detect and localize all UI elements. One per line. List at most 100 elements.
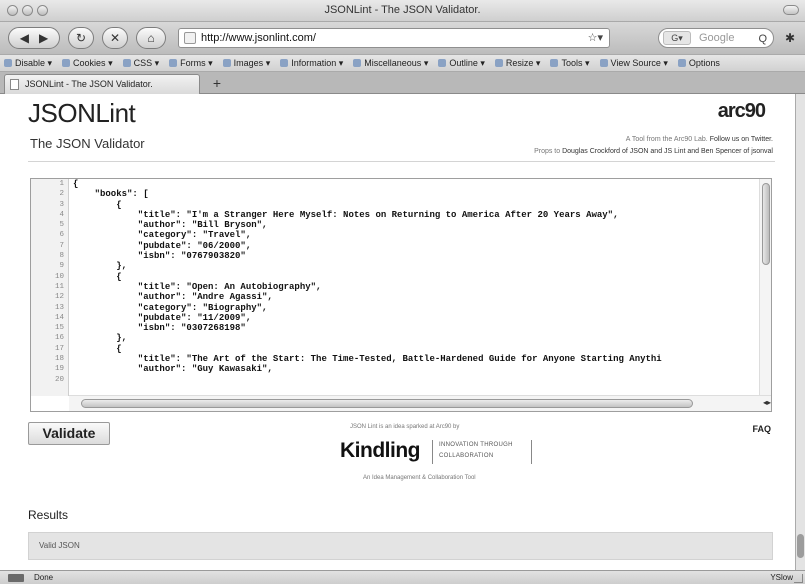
json-editor[interactable]: 1 2 3 4 5 6 7 8 9 10 11 12 13 14 15 16 17 18 19 20 { "books… [30,178,772,412]
search-icon[interactable]: Q [758,30,767,48]
code-line[interactable]: "title": "The Art of the Start: The Time… [73,354,763,364]
code-line[interactable]: { [73,200,763,210]
ext-tools[interactable]: Tools ▾ [550,58,590,69]
outline-icon [438,59,447,67]
json-code-area[interactable]: { "books": [ { "title": "I'm a Stranger … [73,179,763,396]
bookmark-star-icon[interactable]: ☆▾ [588,29,603,47]
tab-label: JSONLint - The JSON Validator. [25,79,153,89]
ext-view-source[interactable]: View Source ▾ [599,58,668,69]
code-line[interactable]: { [73,179,763,189]
site-title: JSONLint [28,98,136,128]
arc90-logo[interactable]: arc90 [718,100,766,123]
kindling-logo[interactable]: Kindling [340,439,420,463]
back-arrow-icon[interactable]: ◀ [20,31,29,45]
tab-bar: JSONLint - The JSON Validator. + [0,72,805,94]
line-number: 13 [54,303,64,312]
code-line[interactable] [73,375,763,385]
code-line[interactable]: "category": "Travel", [73,230,763,240]
scroll-arrows-icon[interactable]: ◂▸ [763,398,771,407]
code-line[interactable]: "title": "I'm a Stranger Here Myself: No… [73,210,763,220]
line-number: 17 [54,344,64,353]
twitter-follow-link[interactable]: Follow us on Twitter. [710,136,773,143]
new-tab-button[interactable]: + [208,76,226,92]
tools-icon [550,59,559,67]
tab-jsonlint[interactable]: JSONLint - The JSON Validator. [4,74,200,94]
code-line[interactable]: "isbn": "0307268198" [73,323,763,333]
information-icon [280,59,289,67]
editor-horizontal-scrollbar[interactable]: ◂▸ [69,395,771,411]
line-number: 18 [54,355,64,364]
back-forward-buttons[interactable]: ◀ ▶ [8,27,60,49]
address-bar[interactable]: http://www.jsonlint.com/ ☆▾ [178,28,610,48]
line-number: 8 [59,252,64,261]
ext-images[interactable]: Images ▾ [222,58,270,69]
line-number: 16 [54,334,64,343]
credits-line-1: A Tool from the Arc90 Lab. [625,136,708,143]
results-heading: Results [28,508,69,522]
code-line[interactable]: "author": "Bill Bryson", [73,220,763,230]
home-button[interactable]: ⌂ [136,27,166,49]
ext-cookies[interactable]: Cookies ▾ [62,58,113,69]
code-line[interactable]: { [73,272,763,282]
extension-button[interactable]: ✱ [780,27,800,49]
forms-icon [169,59,178,67]
line-number-gutter: 1 2 3 4 5 6 7 8 9 10 11 12 13 14 15 16 17 18 19 20 [31,179,69,396]
ext-forms[interactable]: Forms ▾ [169,58,213,69]
page-content: JSONLint The JSON Validator arc90 A Tool… [0,94,795,570]
forward-arrow-icon[interactable]: ▶ [39,31,48,45]
yslow-indicator[interactable]: YSlow [770,571,793,584]
reload-button[interactable]: ↻ [68,27,94,49]
editor-vertical-scrollbar[interactable] [759,179,771,396]
ext-resize[interactable]: Resize ▾ [494,58,540,69]
ext-outline[interactable]: Outline ▾ [438,58,485,69]
credits-names-link[interactable]: Douglas Crockford of JSON and JS Lint an… [562,148,773,155]
line-number: 7 [59,241,64,250]
page-icon [10,79,19,90]
ext-information[interactable]: Information ▾ [280,58,343,69]
miscellaneous-icon [353,59,362,67]
ext-css[interactable]: CSS ▾ [122,58,159,69]
search-input[interactable]: G▾ Google Q [658,28,774,48]
credits: A Tool from the Arc90 Lab. Follow us on … [534,134,773,158]
editor-vscroll-thumb[interactable] [762,183,770,265]
page-scroll-thumb[interactable] [797,534,804,558]
ext-options[interactable]: Options [677,58,720,68]
browser-window: JSONLint - The JSON Validator. ◀ ▶ ↻ ✕ ⌂… [0,0,805,584]
page-vertical-scrollbar[interactable] [795,94,805,570]
code-line[interactable]: "isbn": "0767903820" [73,251,763,261]
line-number: 1 [59,180,64,188]
window-title: JSONLint - The JSON Validator. [324,4,481,16]
stop-button[interactable]: ✕ [102,27,128,49]
ext-disable[interactable]: Disable ▾ [4,58,52,69]
css-icon [122,59,131,67]
code-line[interactable]: "books": [ [73,189,763,199]
line-number: 10 [54,272,64,281]
editor-hscroll-thumb[interactable] [81,399,693,408]
divider [28,161,775,162]
code-line[interactable]: }, [73,261,763,271]
view-source-icon [599,59,608,67]
images-icon [222,59,231,67]
search-engine-icon[interactable]: G▾ [663,31,691,45]
code-line[interactable]: "pubdate": "06/2000", [73,241,763,251]
sponsor-intro: JSON Lint is an idea sparked at Arc90 by [350,424,460,430]
code-line[interactable]: { [73,344,763,354]
cookies-icon [62,59,71,67]
faq-link[interactable]: FAQ [752,424,771,434]
code-line[interactable]: "pubdate": "11/2009", [73,313,763,323]
resize-handle[interactable] [794,574,803,583]
code-line[interactable]: "category": "Biography", [73,303,763,313]
title-bar: JSONLint - The JSON Validator. [0,0,805,22]
code-line[interactable]: }, [73,333,763,343]
code-line[interactable]: "author": "Guy Kawasaki", [73,364,763,374]
web-developer-toolbar: Disable ▾ Cookies ▾ CSS ▾ Forms ▾ Images… [0,54,805,72]
code-line[interactable]: "title": "Open: An Autobiography", [73,282,763,292]
validate-button[interactable]: Validate [28,422,110,445]
toolbar-toggle-button[interactable] [783,5,799,15]
status-text: Done [34,573,54,582]
status-icon [8,574,24,582]
line-number: 3 [59,200,64,209]
code-line[interactable]: "author": "Andre Agassi", [73,292,763,302]
ext-miscellaneous[interactable]: Miscellaneous ▾ [353,58,428,69]
kindling-tagline: INNOVATION THROUGH COLLABORATION [432,440,532,464]
